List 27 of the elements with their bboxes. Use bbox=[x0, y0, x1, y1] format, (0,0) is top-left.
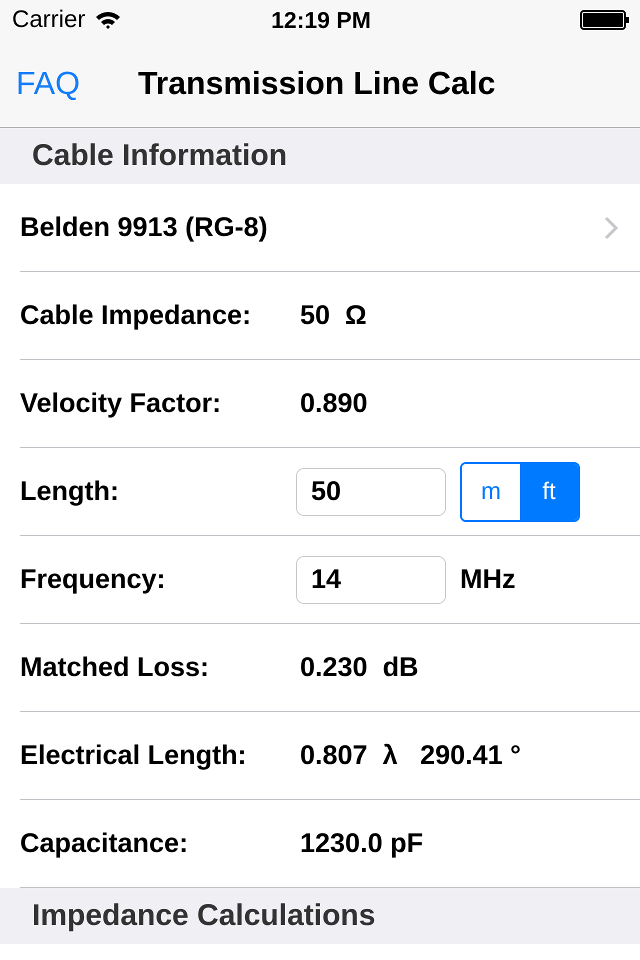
input-field[interactable]: 50 bbox=[296, 468, 446, 516]
row-value: 0.807 λ 290.41 ° bbox=[300, 740, 521, 771]
row-label: Cable Impedance: bbox=[20, 300, 252, 331]
row-label: Frequency: bbox=[20, 564, 167, 595]
faq-button[interactable]: FAQ bbox=[16, 65, 80, 102]
row-label: Velocity Factor: bbox=[20, 388, 222, 419]
cable-name: Belden 9913 (RG-8) bbox=[20, 212, 268, 243]
nav-title: Transmission Line Calc bbox=[138, 65, 496, 102]
chevron-icon bbox=[604, 216, 618, 240]
row-value: 0.230 dB bbox=[300, 652, 419, 683]
unit-segment[interactable]: ft bbox=[520, 464, 578, 520]
table-row[interactable]: Belden 9913 (RG-8) bbox=[20, 184, 640, 272]
battery-icon bbox=[580, 10, 630, 30]
row-value: 50 Ω bbox=[300, 300, 367, 331]
section-header: Impedance Calculations bbox=[0, 888, 640, 944]
row-label: Electrical Length: bbox=[20, 740, 248, 771]
row-label: Length: bbox=[20, 476, 120, 507]
section-header: Cable Information bbox=[0, 128, 640, 184]
row-label: Matched Loss: bbox=[20, 652, 210, 683]
unit-label: MHz bbox=[460, 564, 516, 595]
row-value: 1230.0 pF bbox=[300, 828, 424, 859]
status-time: 12:19 PM bbox=[271, 6, 371, 34]
input-field[interactable]: 14 bbox=[296, 556, 446, 604]
row-value: 0.890 bbox=[300, 388, 368, 419]
row-label: Capacitance: bbox=[20, 828, 190, 859]
wifi-icon bbox=[95, 10, 122, 30]
carrier-name: Carrier bbox=[12, 6, 86, 34]
